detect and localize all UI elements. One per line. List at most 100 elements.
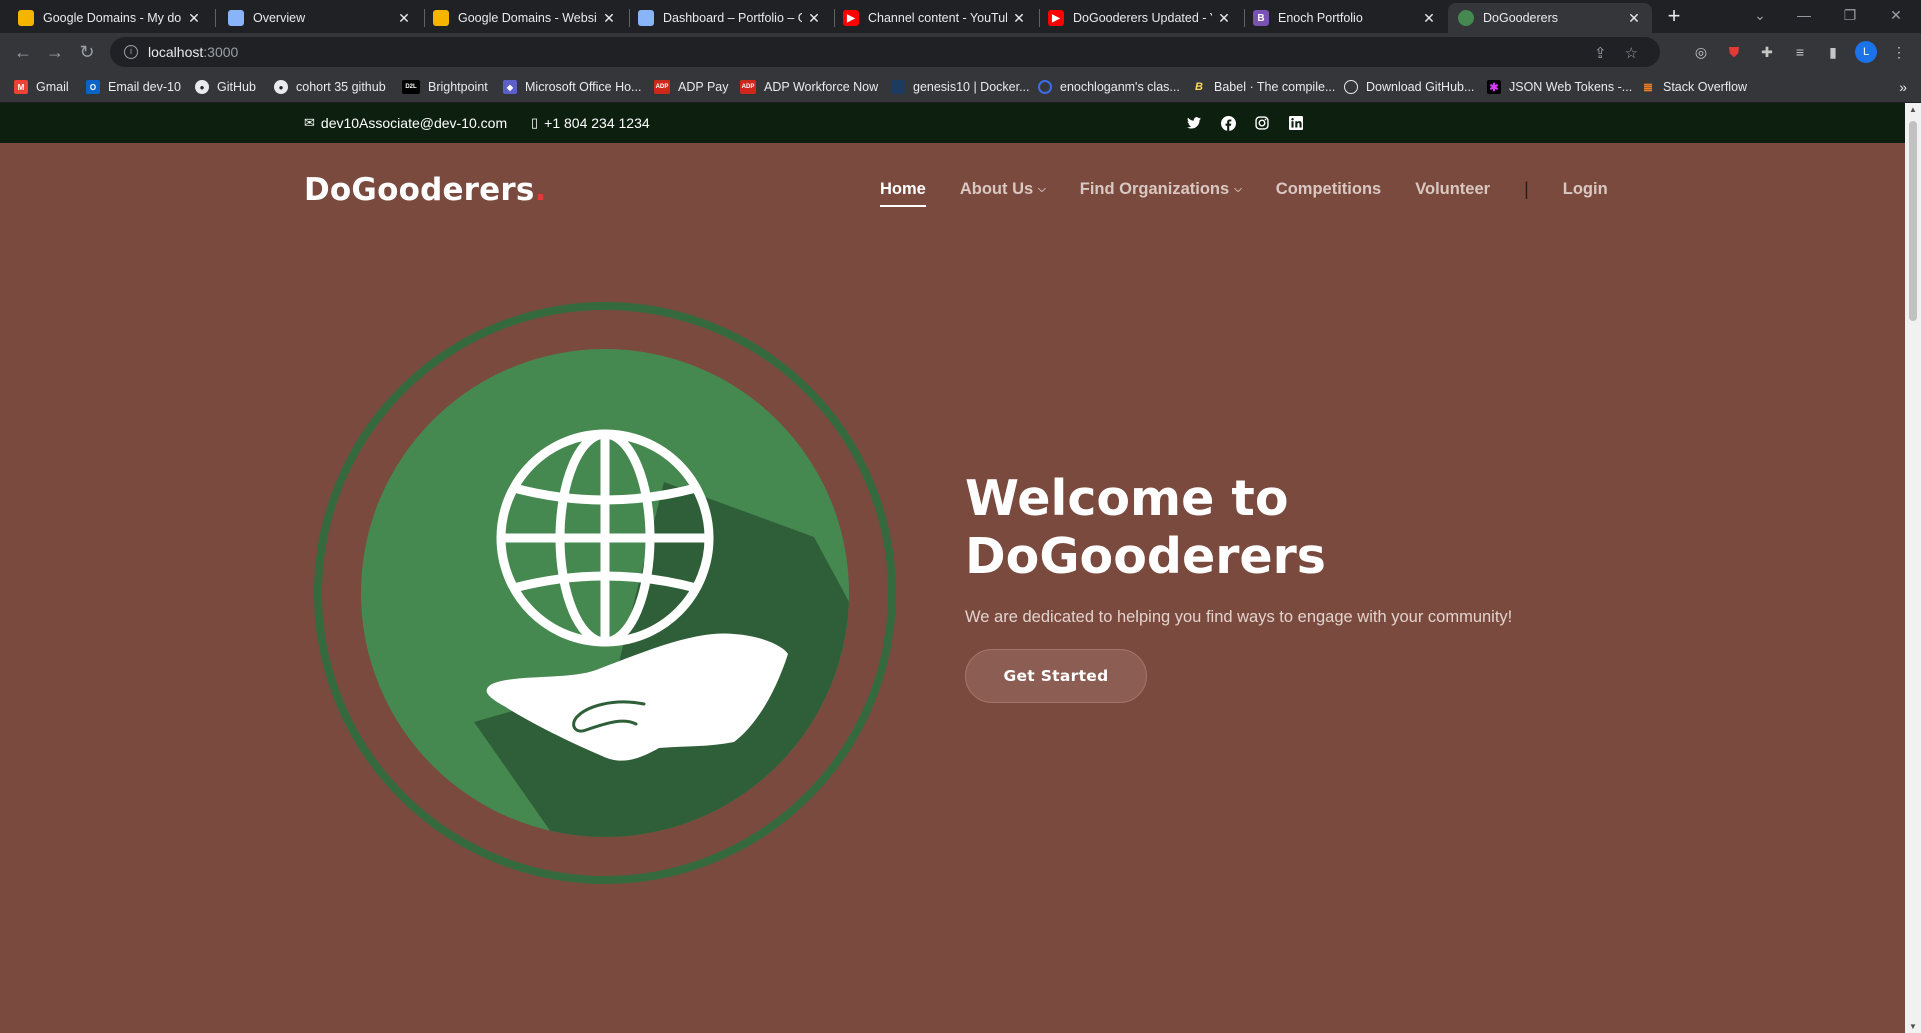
adp-icon: ADP xyxy=(654,80,670,94)
reload-icon[interactable]: ↻ xyxy=(76,41,98,63)
github-icon: ● xyxy=(274,80,288,94)
browser-toolbar: ← → ↻ i localhost:3000 ⇪ ☆ ◎ ⛊ ✚ ≡ ▮ L ⋮ xyxy=(0,33,1921,71)
address-port: :3000 xyxy=(203,44,239,60)
dogooderers-icon xyxy=(1458,10,1474,26)
scroll-down-icon[interactable]: ▼ xyxy=(1908,1022,1918,1031)
bookmark-email-dev10[interactable]: O Email dev-10 xyxy=(86,77,181,97)
bookmark-babel[interactable]: B Babel · The compile... xyxy=(1192,77,1335,97)
scrollbar-thumb[interactable] xyxy=(1909,121,1917,321)
profile-avatar[interactable]: L xyxy=(1855,41,1877,63)
extension-owl-icon[interactable]: ◎ xyxy=(1690,41,1712,63)
gmail-icon: M xyxy=(14,80,28,94)
reading-list-icon[interactable]: ≡ xyxy=(1789,41,1811,63)
bookmarks-overflow-icon[interactable]: » xyxy=(1899,79,1907,95)
tab-title: Google Domains - My don xyxy=(43,11,182,25)
share-icon[interactable]: ⇪ xyxy=(1594,44,1607,62)
close-tab-icon[interactable]: ✕ xyxy=(806,10,822,27)
nav-login[interactable]: Login xyxy=(1563,180,1608,199)
close-tab-icon[interactable]: ✕ xyxy=(1421,10,1437,27)
close-tab-icon[interactable]: ✕ xyxy=(1216,10,1232,27)
nav-about-us[interactable]: About Us ⌵ xyxy=(960,180,1046,199)
site-logo[interactable]: DoGooderers. xyxy=(304,172,547,208)
button-label: Get Started xyxy=(1003,667,1109,685)
nav-find-organizations[interactable]: Find Organizations ⌵ xyxy=(1080,180,1242,199)
bookmarks-bar: M Gmail O Email dev-10 ● GitHub ● cohort 35 … xyxy=(0,71,1921,103)
side-panel-icon[interactable]: ▮ xyxy=(1822,41,1844,63)
close-tab-icon[interactable]: ✕ xyxy=(1626,10,1642,27)
bookmark-label: genesis10 | Docker... xyxy=(913,80,1030,94)
outlook-icon: O xyxy=(86,80,100,94)
contact-phone[interactable]: ▯ +1 804 234 1234 xyxy=(531,115,650,131)
browser-tab[interactable]: ▶ Channel content - YouTub ✕ xyxy=(833,3,1037,33)
restore-icon[interactable]: ❐ xyxy=(1828,4,1872,26)
bookmark-adp-workforce[interactable]: ADP ADP Workforce Now xyxy=(740,77,878,97)
tab-title: Google Domains - Website xyxy=(458,11,597,25)
bookmark-star-icon[interactable]: ☆ xyxy=(1625,44,1638,62)
bookmark-office-hours[interactable]: ◆ Microsoft Office Ho... xyxy=(503,77,641,97)
browser-tab[interactable]: Overview ✕ xyxy=(218,3,422,33)
bookmark-github[interactable]: ● GitHub xyxy=(195,77,256,97)
browser-tab-active[interactable]: DoGooderers ✕ xyxy=(1448,3,1652,33)
email-text: dev10Associate@dev-10.com xyxy=(320,115,508,131)
bookmark-classroom[interactable]: enochloganm's clas... xyxy=(1038,77,1180,97)
bookmark-label: Babel · The compile... xyxy=(1214,80,1336,94)
close-tab-icon[interactable]: ✕ xyxy=(396,10,412,27)
ublock-icon[interactable]: ⛊ xyxy=(1723,41,1745,63)
overview-icon xyxy=(228,10,244,26)
browser-tab[interactable]: B Enoch Portfolio ✕ xyxy=(1243,3,1447,33)
nav-volunteer[interactable]: Volunteer xyxy=(1415,180,1490,199)
back-icon[interactable]: ← xyxy=(12,41,34,63)
bookmark-label: ADP Pay xyxy=(678,80,729,94)
contact-email[interactable]: ✉ dev10Associate@dev-10.com xyxy=(304,115,507,131)
nav-competitions[interactable]: Competitions xyxy=(1276,180,1381,199)
browser-tab[interactable]: ▶ DoGooderers Updated - Y ✕ xyxy=(1038,3,1242,33)
facebook-icon[interactable] xyxy=(1219,114,1237,132)
get-started-button[interactable]: Get Started xyxy=(965,649,1147,703)
scroll-up-icon[interactable]: ▲ xyxy=(1908,105,1918,114)
new-tab-button[interactable]: + xyxy=(1661,4,1687,30)
bookmark-brightpoint[interactable]: D2L Brightpoint xyxy=(402,77,488,97)
close-tab-icon[interactable]: ✕ xyxy=(186,10,202,27)
chevron-down-icon: ⌵ xyxy=(1234,184,1242,195)
browser-tab[interactable]: Google Domains - My don ✕ xyxy=(8,3,212,33)
extensions-puzzle-icon[interactable]: ✚ xyxy=(1756,41,1778,63)
hero-subtitle: We are dedicated to helping you find way… xyxy=(965,608,1513,626)
instagram-icon[interactable] xyxy=(1253,114,1271,132)
browser-tab[interactable]: Dashboard – Portfolio – G ✕ xyxy=(628,3,832,33)
nav-label: About Us xyxy=(959,180,1034,198)
close-tab-icon[interactable]: ✕ xyxy=(1011,10,1027,27)
youtube-icon: ▶ xyxy=(1048,10,1064,26)
stackoverflow-icon: ≣ xyxy=(1642,80,1654,94)
bookmark-docker[interactable]: genesis10 | Docker... xyxy=(891,77,1030,97)
browser-tab[interactable]: Google Domains - Website ✕ xyxy=(423,3,627,33)
bookmark-gmail[interactable]: M Gmail xyxy=(14,77,69,97)
nav-divider: | xyxy=(1524,179,1529,199)
tab-search-icon[interactable]: ⌄ xyxy=(1738,4,1782,26)
browser-menu-icon[interactable]: ⋮ xyxy=(1888,41,1910,63)
phone-icon: ▯ xyxy=(531,115,539,130)
window-close-icon[interactable]: ✕ xyxy=(1874,4,1918,26)
close-tab-icon[interactable]: ✕ xyxy=(601,10,617,27)
adp-icon: ADP xyxy=(740,80,756,94)
site-info-icon[interactable]: i xyxy=(124,45,138,59)
d2l-icon: D2L xyxy=(402,80,420,94)
minimize-icon[interactable]: — xyxy=(1782,4,1826,26)
linkedin-icon[interactable] xyxy=(1287,114,1305,132)
bookmark-jwt[interactable]: ✱ JSON Web Tokens -... xyxy=(1487,77,1632,97)
nav-home[interactable]: Home xyxy=(880,180,926,207)
address-bar[interactable]: i localhost:3000 ⇪ ☆ xyxy=(110,37,1660,67)
nav-label: Login xyxy=(1562,180,1608,198)
phone-text: +1 804 234 1234 xyxy=(544,115,650,131)
bookmark-stackoverflow[interactable]: ≣ Stack Overflow xyxy=(1641,77,1747,97)
logo-dot: . xyxy=(534,172,547,208)
bookmark-cohort-github[interactable]: ● cohort 35 github xyxy=(274,77,386,97)
bookmark-label: GitHub xyxy=(217,80,256,94)
page-scrollbar[interactable]: ▲ ▼ xyxy=(1905,103,1921,1033)
bookmark-label: JSON Web Tokens -... xyxy=(1509,80,1633,94)
forward-icon[interactable]: → xyxy=(44,41,66,63)
tab-title: Dashboard – Portfolio – G xyxy=(663,11,802,25)
bookmark-adp-pay[interactable]: ADP ADP Pay xyxy=(654,77,729,97)
bookmark-label: Microsoft Office Ho... xyxy=(525,80,642,94)
twitter-icon[interactable] xyxy=(1185,114,1203,132)
bookmark-github-download[interactable]: Download GitHub... xyxy=(1344,77,1474,97)
